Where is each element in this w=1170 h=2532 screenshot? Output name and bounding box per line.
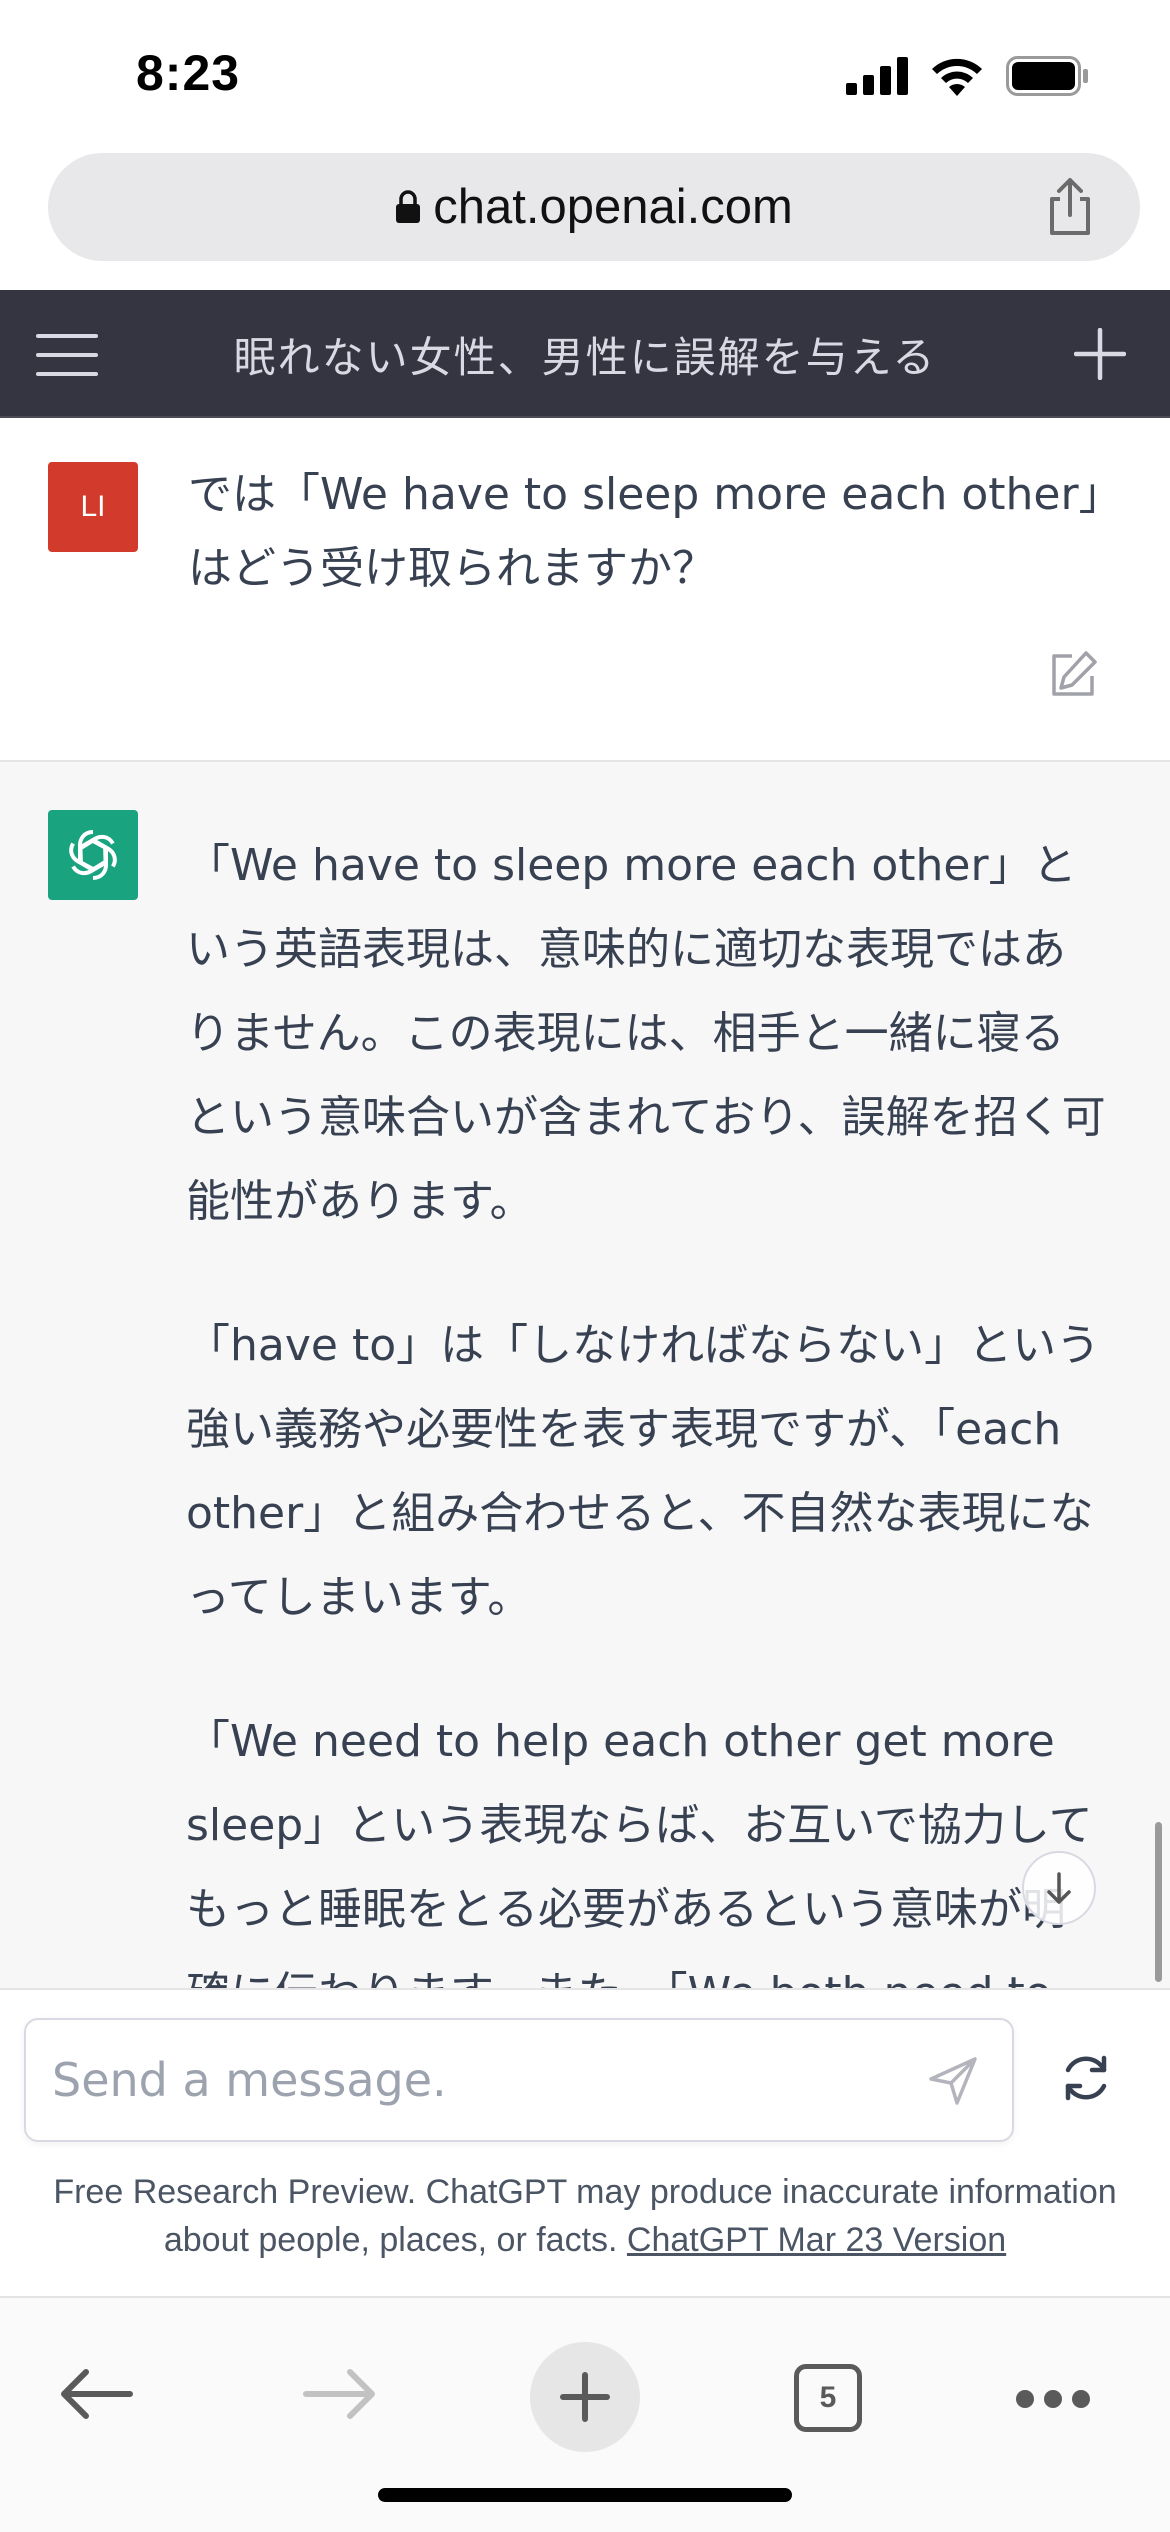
user-avatar: LI: [48, 462, 138, 552]
scroll-to-bottom-button[interactable]: [1022, 1851, 1096, 1925]
assistant-paragraph: 「We have to sleep more each other」という英語表…: [186, 840, 1106, 1227]
address-bar[interactable]: chat.openai.com: [48, 153, 1140, 261]
more-horizontal-icon[interactable]: [1016, 2390, 1090, 2408]
user-message-text: では「We have to sleep more each other」はどう受…: [188, 469, 1101, 594]
lock-icon: [396, 190, 421, 223]
assistant-paragraph: 「We need to help each other get more sle…: [186, 1716, 1093, 1988]
new-chat-plus-icon[interactable]: [1074, 328, 1126, 380]
edit-icon[interactable]: [1048, 650, 1098, 700]
url-display[interactable]: chat.openai.com: [48, 153, 1140, 261]
url-text: chat.openai.com: [433, 180, 793, 234]
hamburger-menu-icon[interactable]: [36, 334, 98, 376]
wifi-icon: [932, 58, 982, 96]
tab-count-button[interactable]: 5: [794, 2364, 862, 2432]
chat-title: 眠れない女性、男性に誤解を与える: [233, 332, 937, 382]
assistant-message: 「We have to sleep more each other」という英語表…: [0, 762, 1170, 1988]
message-input-box[interactable]: [24, 2018, 1014, 2142]
composer: Free Research Preview. ChatGPT may produ…: [0, 1988, 1170, 2296]
assistant-message-text: 「We have to sleep more each other」という英語表…: [186, 824, 1106, 1988]
scrollbar-thumb[interactable]: [1155, 1822, 1162, 1982]
chat-header: 眠れない女性、男性に誤解を与える: [0, 290, 1170, 418]
openai-logo-icon: [69, 830, 117, 880]
arrow-down-icon: [1047, 1872, 1071, 1904]
disclaimer: Free Research Preview. ChatGPT may produ…: [30, 2168, 1140, 2264]
message-input[interactable]: [52, 2020, 912, 2140]
more-dot: [1072, 2390, 1090, 2408]
arrow-right-icon[interactable]: [300, 2364, 380, 2424]
battery-icon: [1006, 56, 1088, 96]
more-dot: [1016, 2390, 1034, 2408]
status-bar: 8:23: [0, 0, 1170, 150]
user-message: LI では「We have to sleep more each other」は…: [0, 418, 1170, 762]
arrow-left-icon[interactable]: [56, 2364, 136, 2424]
status-time: 8:23: [136, 45, 241, 101]
more-dot: [1044, 2390, 1062, 2408]
send-icon[interactable]: [926, 2054, 980, 2108]
cellular-signal-icon: [846, 57, 908, 95]
version-link[interactable]: ChatGPT Mar 23 Version: [627, 2221, 1006, 2259]
home-indicator[interactable]: [378, 2488, 792, 2502]
share-icon[interactable]: [1040, 177, 1100, 237]
plus-icon: [560, 2372, 610, 2422]
status-icons: [846, 56, 1090, 96]
refresh-icon[interactable]: [1056, 2048, 1116, 2108]
assistant-paragraph: 「have to」は「しなければならない」という強い義務や必要性を表す表現ですが…: [186, 1320, 1101, 1623]
new-tab-button[interactable]: [530, 2342, 640, 2452]
assistant-avatar: [48, 810, 138, 900]
